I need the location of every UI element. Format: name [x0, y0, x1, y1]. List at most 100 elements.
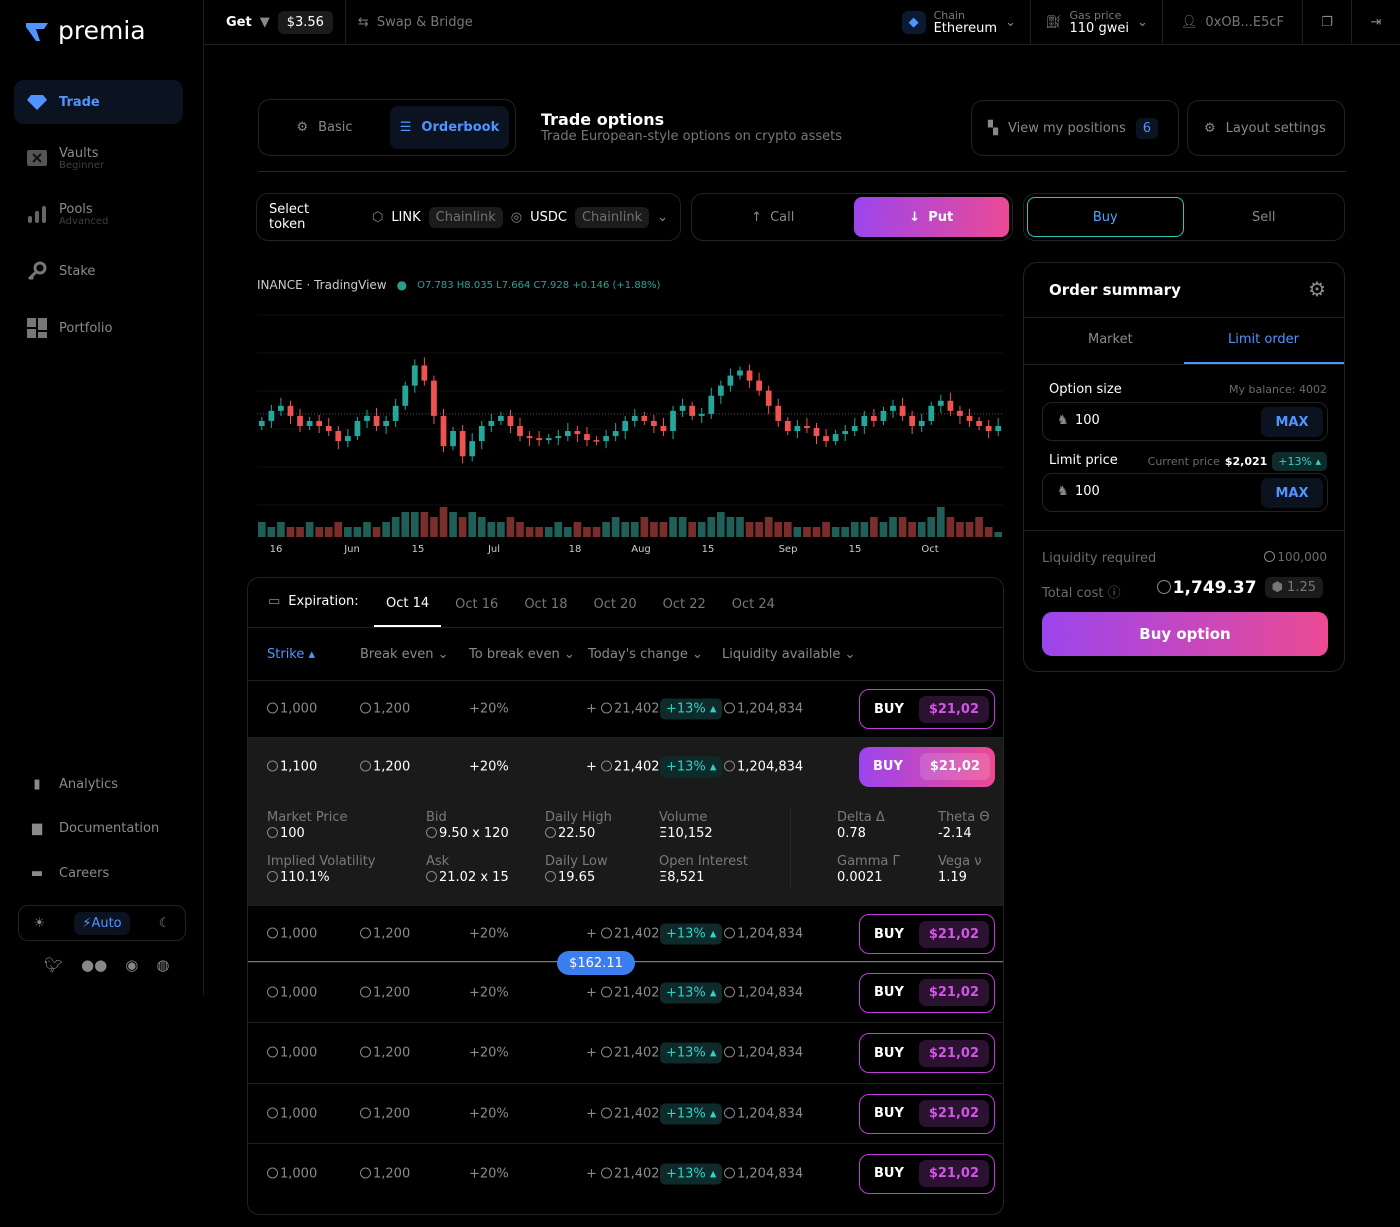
briefcase-icon: ▬ — [30, 865, 44, 881]
sort-break-even[interactable]: Break even ⌄ — [360, 647, 449, 662]
candlestick-chart[interactable]: 16 Jun 15 Jul 18 Aug 15 Sep 15 Oct — [257, 275, 1003, 560]
discord-icon[interactable]: ◉ — [125, 956, 138, 974]
tab-orderbook[interactable]: ☰ Orderbook — [390, 106, 509, 149]
sidebar-item-pools[interactable]: Pools Advanced — [14, 192, 183, 236]
moon-icon[interactable]: ☾ — [159, 916, 171, 931]
logout-icon[interactable]: ⇥ — [1352, 15, 1400, 30]
view-positions-button[interactable]: ▚ View my positions 6 — [971, 100, 1179, 156]
volume-bar — [822, 522, 830, 537]
wallet-address[interactable]: 👤︎ 0xOB...E5cF — [1163, 15, 1302, 30]
buy-toggle[interactable]: Buy — [1027, 197, 1184, 237]
detail-open: Open Interest Ξ8,521 — [659, 854, 748, 885]
sidebar-item-careers[interactable]: ▬ Careers — [14, 851, 183, 895]
order-title: Order summary — [1049, 281, 1181, 299]
put-button[interactable]: ↓ Put — [853, 197, 1009, 237]
buy-option-row-button[interactable]: BUY $21,02 — [859, 746, 995, 787]
volume-bar — [592, 527, 601, 537]
sell-toggle[interactable]: Sell — [1187, 197, 1342, 237]
current-price: Current price $2,021 +13% ▴ — [1148, 452, 1327, 471]
sidebar-item-vaults[interactable]: Vaults Beginner — [14, 136, 183, 180]
candle — [373, 415, 380, 426]
sort-to-break-even[interactable]: To break even ⌄ — [469, 647, 575, 662]
sort-liquidity[interactable]: Liquidity available ⌄ — [722, 647, 855, 662]
buy-option-row-button[interactable]: BUY $21,02 — [859, 1153, 995, 1194]
option-size-label: Option size — [1049, 382, 1122, 397]
table-row[interactable]: 1,000 1,200 +20% + 21,402 +13% ▴ 1,204,8… — [248, 680, 1003, 737]
break-even: 1,200 — [360, 759, 410, 774]
expiration-tab[interactable]: Oct 14 — [374, 582, 442, 627]
help-icon[interactable]: ⓘ — [1108, 586, 1121, 601]
order-summary: Order summary ⚙ Market Limit order Optio… — [1023, 262, 1345, 672]
max-button[interactable]: MAX — [1261, 478, 1323, 508]
strike: 1,100 — [267, 759, 317, 774]
sidebar-item-trade[interactable]: Trade — [14, 80, 183, 124]
expiration-tab[interactable]: Oct 22 — [651, 582, 718, 627]
volume-bar — [717, 512, 725, 537]
volume-bar — [850, 522, 859, 537]
logo[interactable]: premia — [24, 16, 146, 45]
gear-icon[interactable]: ⚙ — [1308, 277, 1326, 301]
buy-option-row-button[interactable]: BUY $21,02 — [859, 1093, 995, 1134]
sidebar-item-analytics[interactable]: ▮ Analytics — [14, 762, 183, 806]
max-button[interactable]: MAX — [1261, 407, 1323, 437]
theme-auto[interactable]: ⚡Auto — [74, 911, 130, 935]
volume-bar — [736, 517, 744, 537]
detail-ask: Ask 21.02 x 15 — [426, 854, 509, 885]
medium-icon[interactable]: ●● — [81, 956, 107, 974]
expiration-tab[interactable]: Oct 16 — [443, 582, 510, 627]
volume-bar — [535, 527, 543, 537]
buy-option-row-button[interactable]: BUY $21,02 — [859, 914, 995, 954]
volume-bar — [975, 517, 983, 537]
table-row[interactable]: 1,000 1,200 +20% + 21,402 +13% ▴ 1,204,8… — [248, 1143, 1003, 1203]
sort-strike[interactable]: Strike ▴ — [267, 647, 315, 662]
to-break-even: +20% — [469, 1106, 509, 1121]
sidebar-item-stake[interactable]: Stake — [14, 249, 183, 293]
expiration-tab[interactable]: Oct 20 — [581, 582, 648, 627]
tab-basic[interactable]: ⚙ Basic — [265, 120, 384, 135]
candle — [507, 415, 514, 426]
theme-toggle[interactable]: ☀ ⚡Auto ☾ — [18, 905, 186, 941]
layout-settings-button[interactable]: ⚙ Layout settings — [1187, 100, 1345, 156]
table-row[interactable]: 1,000 1,200 +20% + 21,402 +13% ▴ 1,204,8… — [248, 1083, 1003, 1143]
buy-option-row-button[interactable]: BUY $21,02 — [859, 972, 995, 1013]
sort-todays-change[interactable]: Today's change ⌄ — [588, 647, 703, 662]
swap-bridge-link[interactable]: ⇆ Swap & Bridge — [346, 15, 473, 30]
sidebar-item-documentation[interactable]: ▆ Documentation — [14, 806, 183, 850]
candle — [536, 438, 543, 441]
gas-price[interactable]: ⛽︎ Gas price 110 gwei ⌄ — [1031, 9, 1162, 35]
buy-option-row-button[interactable]: BUY $21,02 — [859, 1033, 995, 1073]
chain-selector[interactable]: ◆ Chain Ethereum ⌄ — [888, 9, 1030, 35]
tab-market[interactable]: Market — [1088, 332, 1133, 347]
volume-bar — [410, 512, 419, 537]
candle — [517, 426, 523, 437]
candle — [985, 426, 992, 432]
break-even: 1,200 — [360, 985, 410, 1000]
volume-bar — [449, 512, 457, 537]
expiration-tab[interactable]: Oct 18 — [512, 582, 579, 627]
github-icon[interactable]: ◍ — [156, 956, 169, 974]
token-selector[interactable]: Select token ⬡ LINK Chainlink ◎ USDC Chainli… — [256, 193, 681, 241]
sun-icon[interactable]: ☀ — [34, 916, 46, 931]
chevron-down-icon: ⌄ — [657, 209, 668, 225]
twitter-icon[interactable]: 🐦︎ — [44, 956, 63, 974]
topbar: Get ▼ $3.56 ⇆ Swap & Bridge ◆ Chain Ethere… — [204, 0, 1400, 45]
volume-bar — [391, 517, 400, 537]
uniswap-icon: ♞ — [1057, 413, 1069, 428]
volume-bar — [487, 522, 496, 537]
change-badge: +13% ▴ — [660, 1103, 723, 1124]
buy-option-button[interactable]: Buy option — [1042, 612, 1328, 656]
option-size-input[interactable]: ♞ 100 MAX — [1042, 402, 1328, 441]
change-badge: +13% ▴ — [660, 698, 723, 720]
sidebar-item-portfolio[interactable]: Portfolio — [14, 306, 183, 350]
expiration-tab[interactable]: Oct 24 — [720, 582, 787, 627]
table-row[interactable]: 1,100 1,200 +20% + 21,402 +13% ▴ 1,204,8… — [248, 737, 1003, 795]
copy-icon[interactable]: ❐ — [1303, 15, 1351, 30]
buy-option-row-button[interactable]: BUY $21,02 — [859, 689, 995, 729]
candle — [450, 431, 456, 447]
token-price[interactable]: $3.56 — [277, 10, 333, 34]
table-row[interactable]: 1,000 1,200 +20% + 21,402 +13% ▴ 1,204,8… — [248, 1022, 1003, 1083]
call-button[interactable]: ↑ Call — [695, 197, 851, 237]
limit-price-input[interactable]: ♞ 100 MAX — [1042, 473, 1328, 512]
candle — [411, 365, 418, 386]
tab-limit-order[interactable]: Limit order — [1228, 332, 1299, 347]
